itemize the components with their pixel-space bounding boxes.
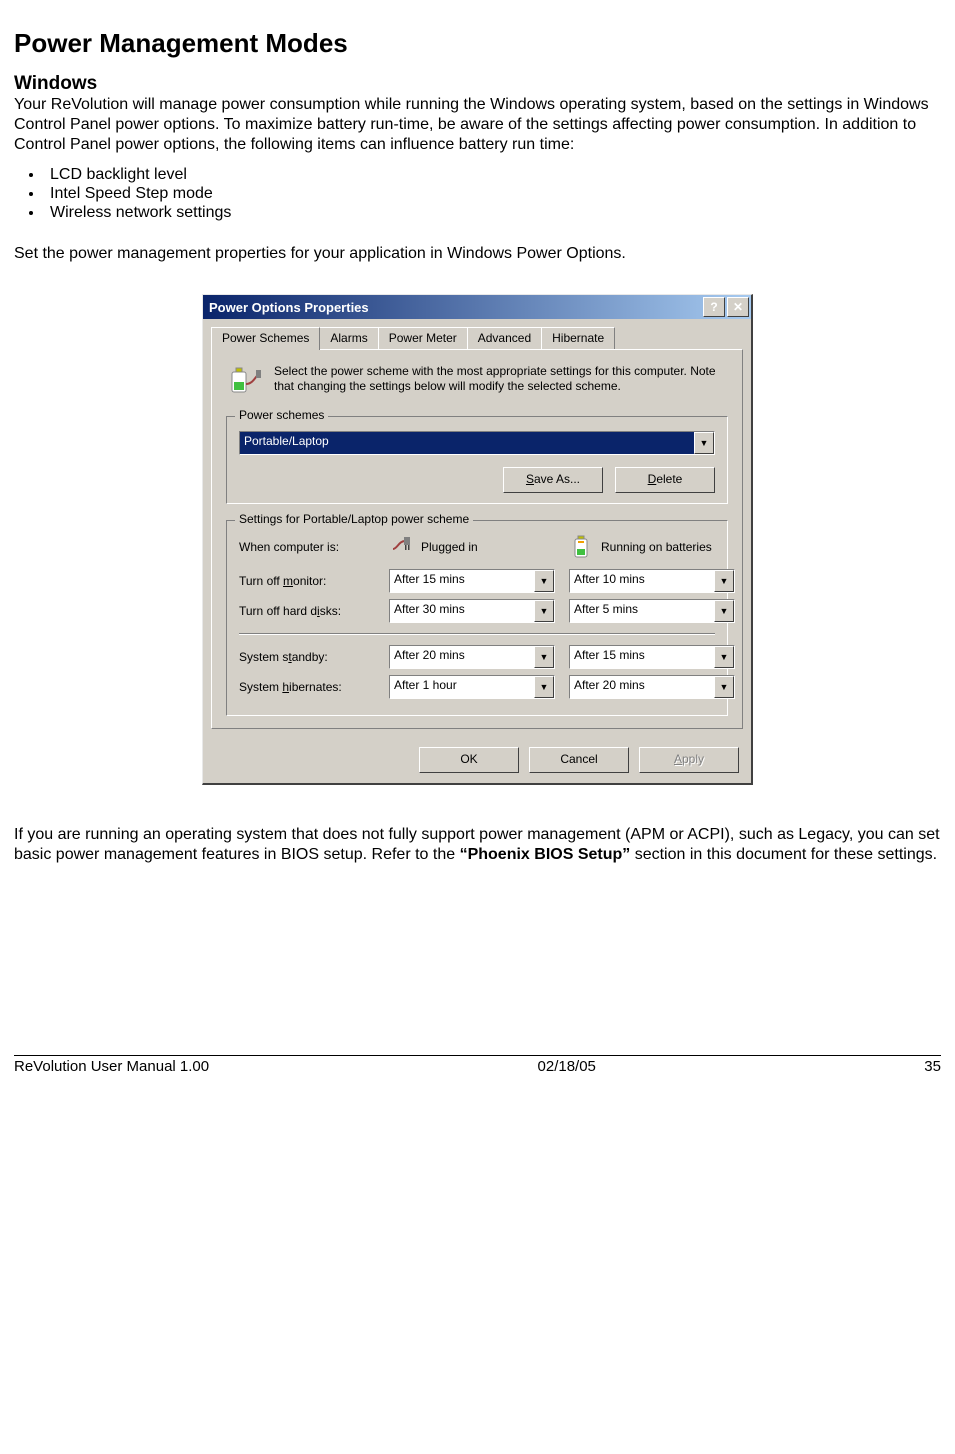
ok-button[interactable]: OK (419, 747, 519, 773)
intro-paragraph: Your ReVolution will manage power consum… (14, 95, 941, 154)
tab-alarms[interactable]: Alarms (319, 327, 378, 349)
chevron-down-icon: ▼ (714, 570, 734, 592)
save-as-button[interactable]: Save As... (503, 467, 603, 493)
chevron-down-icon: ▼ (534, 676, 554, 698)
group-legend-settings: Settings for Portable/Laptop power schem… (235, 512, 473, 526)
tab-strip: Power Schemes Alarms Power Meter Advance… (203, 319, 751, 349)
page-footer: ReVolution User Manual 1.00 02/18/05 35 (14, 1055, 941, 1075)
standby-battery-dropdown[interactable]: After 15 mins ▼ (569, 645, 735, 669)
power-options-dialog: Power Options Properties ? ✕ Power Schem… (202, 294, 753, 785)
plugged-in-label: Plugged in (421, 540, 478, 554)
list-item: Wireless network settings (44, 204, 941, 222)
group-legend-power-schemes: Power schemes (235, 408, 328, 422)
turn-off-monitor-label: Turn off monitor: (239, 574, 389, 588)
set-paragraph: Set the power management properties for … (14, 244, 941, 264)
plug-icon (389, 535, 413, 559)
dialog-title: Power Options Properties (209, 300, 369, 315)
list-item: LCD backlight level (44, 166, 941, 184)
chevron-down-icon: ▼ (694, 432, 714, 454)
help-button[interactable]: ? (703, 297, 725, 317)
bullet-list: LCD backlight level Intel Speed Step mod… (14, 166, 941, 222)
chevron-down-icon: ▼ (534, 600, 554, 622)
cancel-button[interactable]: Cancel (529, 747, 629, 773)
close-button[interactable]: ✕ (727, 297, 749, 317)
apply-button[interactable]: Apply (639, 747, 739, 773)
battery-plug-icon (226, 364, 262, 400)
running-on-batteries-label: Running on batteries (601, 540, 712, 554)
chevron-down-icon: ▼ (714, 600, 734, 622)
when-computer-label: When computer is: (239, 540, 389, 554)
info-text: Select the power scheme with the most ap… (274, 364, 728, 400)
tab-power-schemes[interactable]: Power Schemes (211, 327, 320, 350)
battery-icon (569, 535, 593, 559)
section-heading-windows: Windows (14, 73, 941, 95)
turn-off-harddisk-label: Turn off hard disks: (239, 604, 389, 618)
delete-button[interactable]: Delete (615, 467, 715, 493)
chevron-down-icon: ▼ (714, 676, 734, 698)
tab-hibernate[interactable]: Hibernate (541, 327, 615, 349)
chevron-down-icon: ▼ (714, 646, 734, 668)
tab-power-meter[interactable]: Power Meter (378, 327, 468, 349)
system-hibernate-label: System hibernates: (239, 680, 389, 694)
scheme-dropdown-value: Portable/Laptop (240, 432, 694, 454)
after-paragraph: If you are running an operating system t… (14, 825, 941, 865)
page-title: Power Management Modes (14, 28, 941, 59)
monitor-battery-dropdown[interactable]: After 10 mins ▼ (569, 569, 735, 593)
scheme-dropdown[interactable]: Portable/Laptop ▼ (239, 431, 715, 455)
list-item: Intel Speed Step mode (44, 185, 941, 203)
footer-center: 02/18/05 (538, 1058, 596, 1075)
hibernate-plugged-dropdown[interactable]: After 1 hour ▼ (389, 675, 555, 699)
settings-group: Settings for Portable/Laptop power schem… (226, 520, 728, 716)
harddisk-plugged-dropdown[interactable]: After 30 mins ▼ (389, 599, 555, 623)
system-standby-label: System standby: (239, 650, 389, 664)
chevron-down-icon: ▼ (534, 570, 554, 592)
footer-left: ReVolution User Manual 1.00 (14, 1058, 209, 1075)
hibernate-battery-dropdown[interactable]: After 20 mins ▼ (569, 675, 735, 699)
harddisk-battery-dropdown[interactable]: After 5 mins ▼ (569, 599, 735, 623)
monitor-plugged-dropdown[interactable]: After 15 mins ▼ (389, 569, 555, 593)
tab-advanced[interactable]: Advanced (467, 327, 542, 349)
standby-plugged-dropdown[interactable]: After 20 mins ▼ (389, 645, 555, 669)
power-schemes-group: Power schemes Portable/Laptop ▼ Save As.… (226, 416, 728, 504)
chevron-down-icon: ▼ (534, 646, 554, 668)
footer-right: 35 (924, 1058, 941, 1075)
